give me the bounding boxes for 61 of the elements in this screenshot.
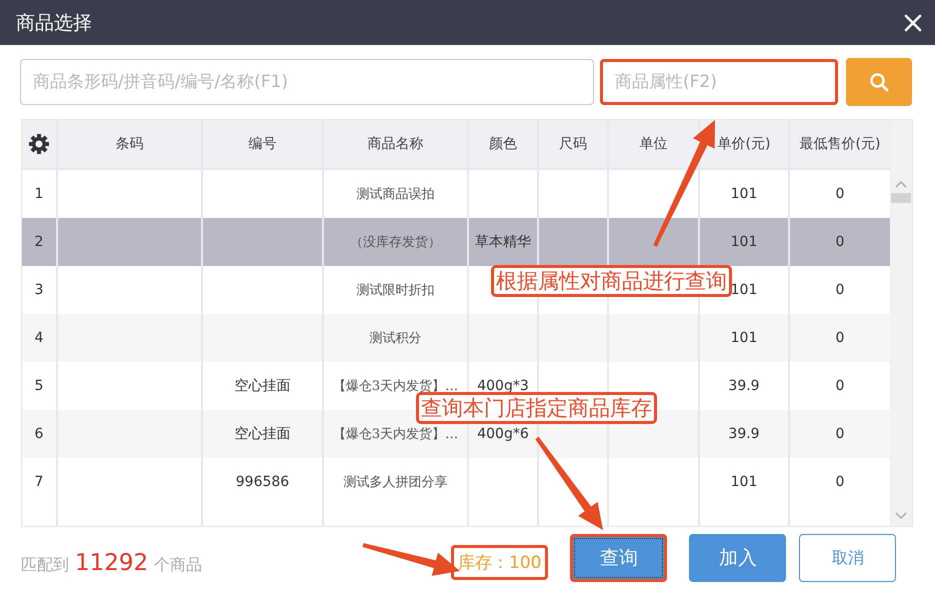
table-cell: 0: [836, 474, 844, 490]
table-cell: 0: [836, 378, 844, 394]
table-cell-text: （没库存发货）: [350, 234, 441, 251]
annotation-label: 根据属性对商品进行查询: [491, 265, 732, 297]
table-cell: 400g*6: [477, 426, 529, 442]
table-cell: 101: [730, 186, 758, 202]
close-icon: [903, 12, 923, 32]
table-cell: 101: [730, 330, 758, 346]
row-number: 3: [34, 282, 44, 298]
window-title: 商品选择: [16, 10, 92, 36]
search-field[interactable]: 商品条形码/拼音码/编号/名称(F1): [20, 59, 594, 105]
table-cell: 0: [836, 282, 844, 298]
match-label: 匹配到: [21, 555, 69, 576]
match-unit: 个商品: [154, 555, 202, 576]
table-cell: 0: [836, 330, 844, 346]
table-cell: 0: [836, 234, 844, 250]
row-number: 5: [34, 378, 44, 394]
scrollbar[interactable]: [890, 120, 912, 526]
row-number: 4: [34, 330, 44, 346]
row-number: 1: [34, 186, 44, 202]
table-cell: 101: [730, 234, 758, 250]
table-cell-text: 【爆仓3天内发货】…: [332, 426, 458, 443]
table-cell: 39.9: [728, 378, 760, 394]
table-cell: 101: [730, 474, 758, 490]
scroll-down-icon[interactable]: [895, 512, 907, 520]
search-icon: [869, 72, 889, 92]
table-row[interactable]: 4 测试积分 101 0: [22, 314, 890, 362]
stock-label: 库存：100: [451, 544, 548, 580]
column-header[interactable]: 颜色: [489, 135, 517, 153]
search-button[interactable]: [846, 58, 912, 106]
table-cell-text: 测试限时折扣: [356, 282, 434, 299]
table-cell-text: 测试多人拼团分享: [344, 474, 448, 491]
attribute-field[interactable]: 商品属性(F2): [600, 59, 838, 105]
table-cell: 空心挂面: [234, 377, 290, 395]
table-cell-text: 测试商品误拍: [356, 186, 434, 203]
table-cell: 空心挂面: [234, 425, 290, 443]
scroll-thumb[interactable]: [891, 193, 911, 203]
table-cell: 39.9: [728, 426, 760, 442]
settings-icon[interactable]: [28, 133, 50, 155]
table-cell: 草本精华: [475, 233, 531, 251]
column-header[interactable]: 条码: [116, 135, 144, 153]
column-header[interactable]: 尺码: [559, 135, 587, 153]
table-cell-text: 【爆仓3天内发货】…: [332, 378, 458, 395]
match-count: 11292: [75, 550, 148, 576]
table-cell: 996586: [236, 474, 290, 490]
table-cell: 101: [730, 282, 758, 298]
column-header[interactable]: 商品名称: [368, 135, 424, 153]
scroll-up-icon[interactable]: [895, 180, 907, 188]
row-number: 6: [34, 426, 44, 442]
annotation-label: 查询本门店指定商品库存: [416, 392, 657, 424]
row-number: 2: [34, 234, 44, 250]
column-header[interactable]: 编号: [248, 135, 276, 153]
table-cell: 400g*3: [477, 378, 529, 394]
table-cell: 0: [836, 426, 844, 442]
column-header[interactable]: 单价(元): [718, 135, 770, 153]
column-header[interactable]: 单位: [640, 135, 668, 153]
row-number: 7: [34, 474, 44, 490]
table-cell-text: 测试积分: [370, 330, 422, 347]
table-row[interactable]: 2 （没库存发货） 草本精华 101 0: [22, 218, 890, 266]
column-header[interactable]: 最低售价(元): [800, 135, 880, 153]
table-cell: 0: [836, 186, 844, 202]
